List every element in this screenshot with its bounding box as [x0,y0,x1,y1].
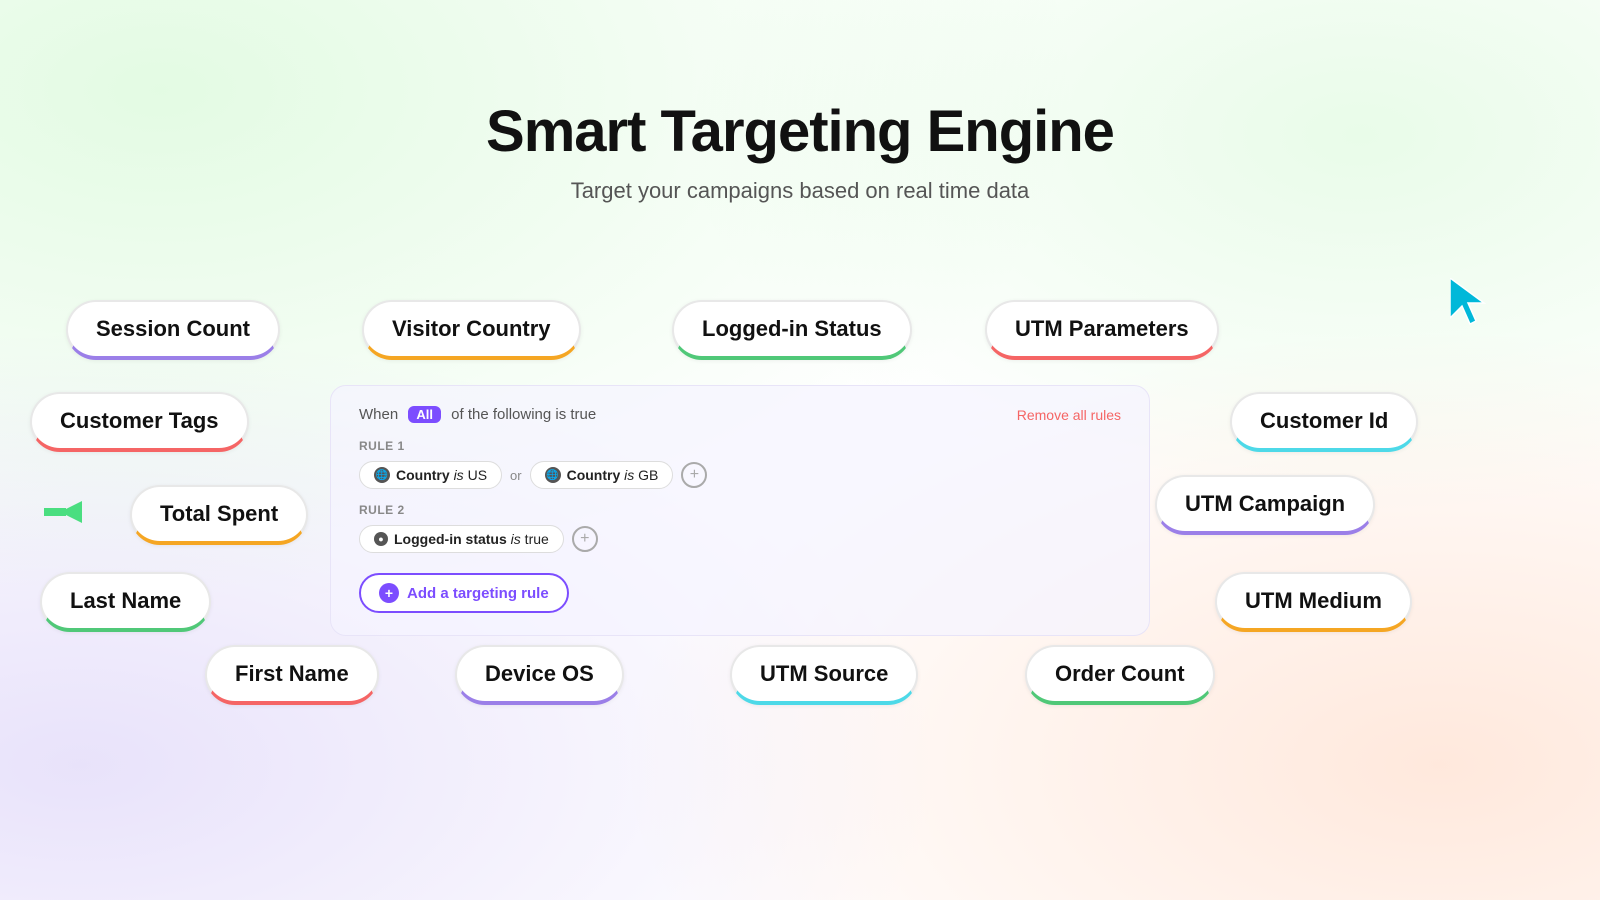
pill-total-spent[interactable]: Total Spent [130,485,308,545]
rule-panel-header: When All of the following is true Remove… [359,406,1121,423]
when-clause: When All of the following is true [359,406,596,423]
pill-customer-id[interactable]: Customer Id [1230,392,1418,452]
condition-or-1: or [510,468,522,483]
rule-2-section: RULE 2 ● Logged-in status is true + [359,503,1121,553]
rule-1-section: RULE 1 🌐 Country is US or 🌐 Country is G… [359,439,1121,489]
add-targeting-rule-button[interactable]: + Add a targeting rule [359,573,569,613]
plus-circle-icon: + [379,583,399,603]
pill-session-count[interactable]: Session Count [66,300,280,360]
rule-1-conditions: 🌐 Country is US or 🌐 Country is GB + [359,461,1121,489]
add-condition-1-button[interactable]: + [681,462,707,488]
of-following-text: of the following is true [451,406,596,423]
rule-panel: When All of the following is true Remove… [330,385,1150,636]
pill-utm-campaign[interactable]: UTM Campaign [1155,475,1375,535]
rule-2-label: RULE 2 [359,503,1121,517]
pill-utm-source[interactable]: UTM Source [730,645,918,705]
when-text: When [359,406,398,423]
dot-icon-1: ● [374,532,388,546]
page-title: Smart Targeting Engine [0,100,1600,164]
condition-logged-in[interactable]: ● Logged-in status is true [359,525,564,553]
globe-icon-2: 🌐 [545,467,561,483]
pill-order-count[interactable]: Order Count [1025,645,1215,705]
all-badge[interactable]: All [408,406,441,423]
add-condition-2-button[interactable]: + [572,526,598,552]
add-rule-label: Add a targeting rule [407,585,549,602]
condition-country-us[interactable]: 🌐 Country is US [359,461,502,489]
pill-first-name[interactable]: First Name [205,645,379,705]
pill-device-os[interactable]: Device OS [455,645,624,705]
pill-visitor-country[interactable]: Visitor Country [362,300,581,360]
green-arrow-icon [44,493,82,540]
condition-country-gb[interactable]: 🌐 Country is GB [530,461,674,489]
page-header: Smart Targeting Engine Target your campa… [0,0,1600,234]
rule-2-conditions: ● Logged-in status is true + [359,525,1121,553]
pill-last-name[interactable]: Last Name [40,572,211,632]
remove-all-button[interactable]: Remove all rules [1017,407,1121,423]
rule-1-label: RULE 1 [359,439,1121,453]
pill-utm-medium[interactable]: UTM Medium [1215,572,1412,632]
page-subtitle: Target your campaigns based on real time… [0,178,1600,204]
pill-utm-parameters[interactable]: UTM Parameters [985,300,1219,360]
globe-icon-1: 🌐 [374,467,390,483]
pill-logged-in-status[interactable]: Logged-in Status [672,300,912,360]
pill-customer-tags[interactable]: Customer Tags [30,392,249,452]
